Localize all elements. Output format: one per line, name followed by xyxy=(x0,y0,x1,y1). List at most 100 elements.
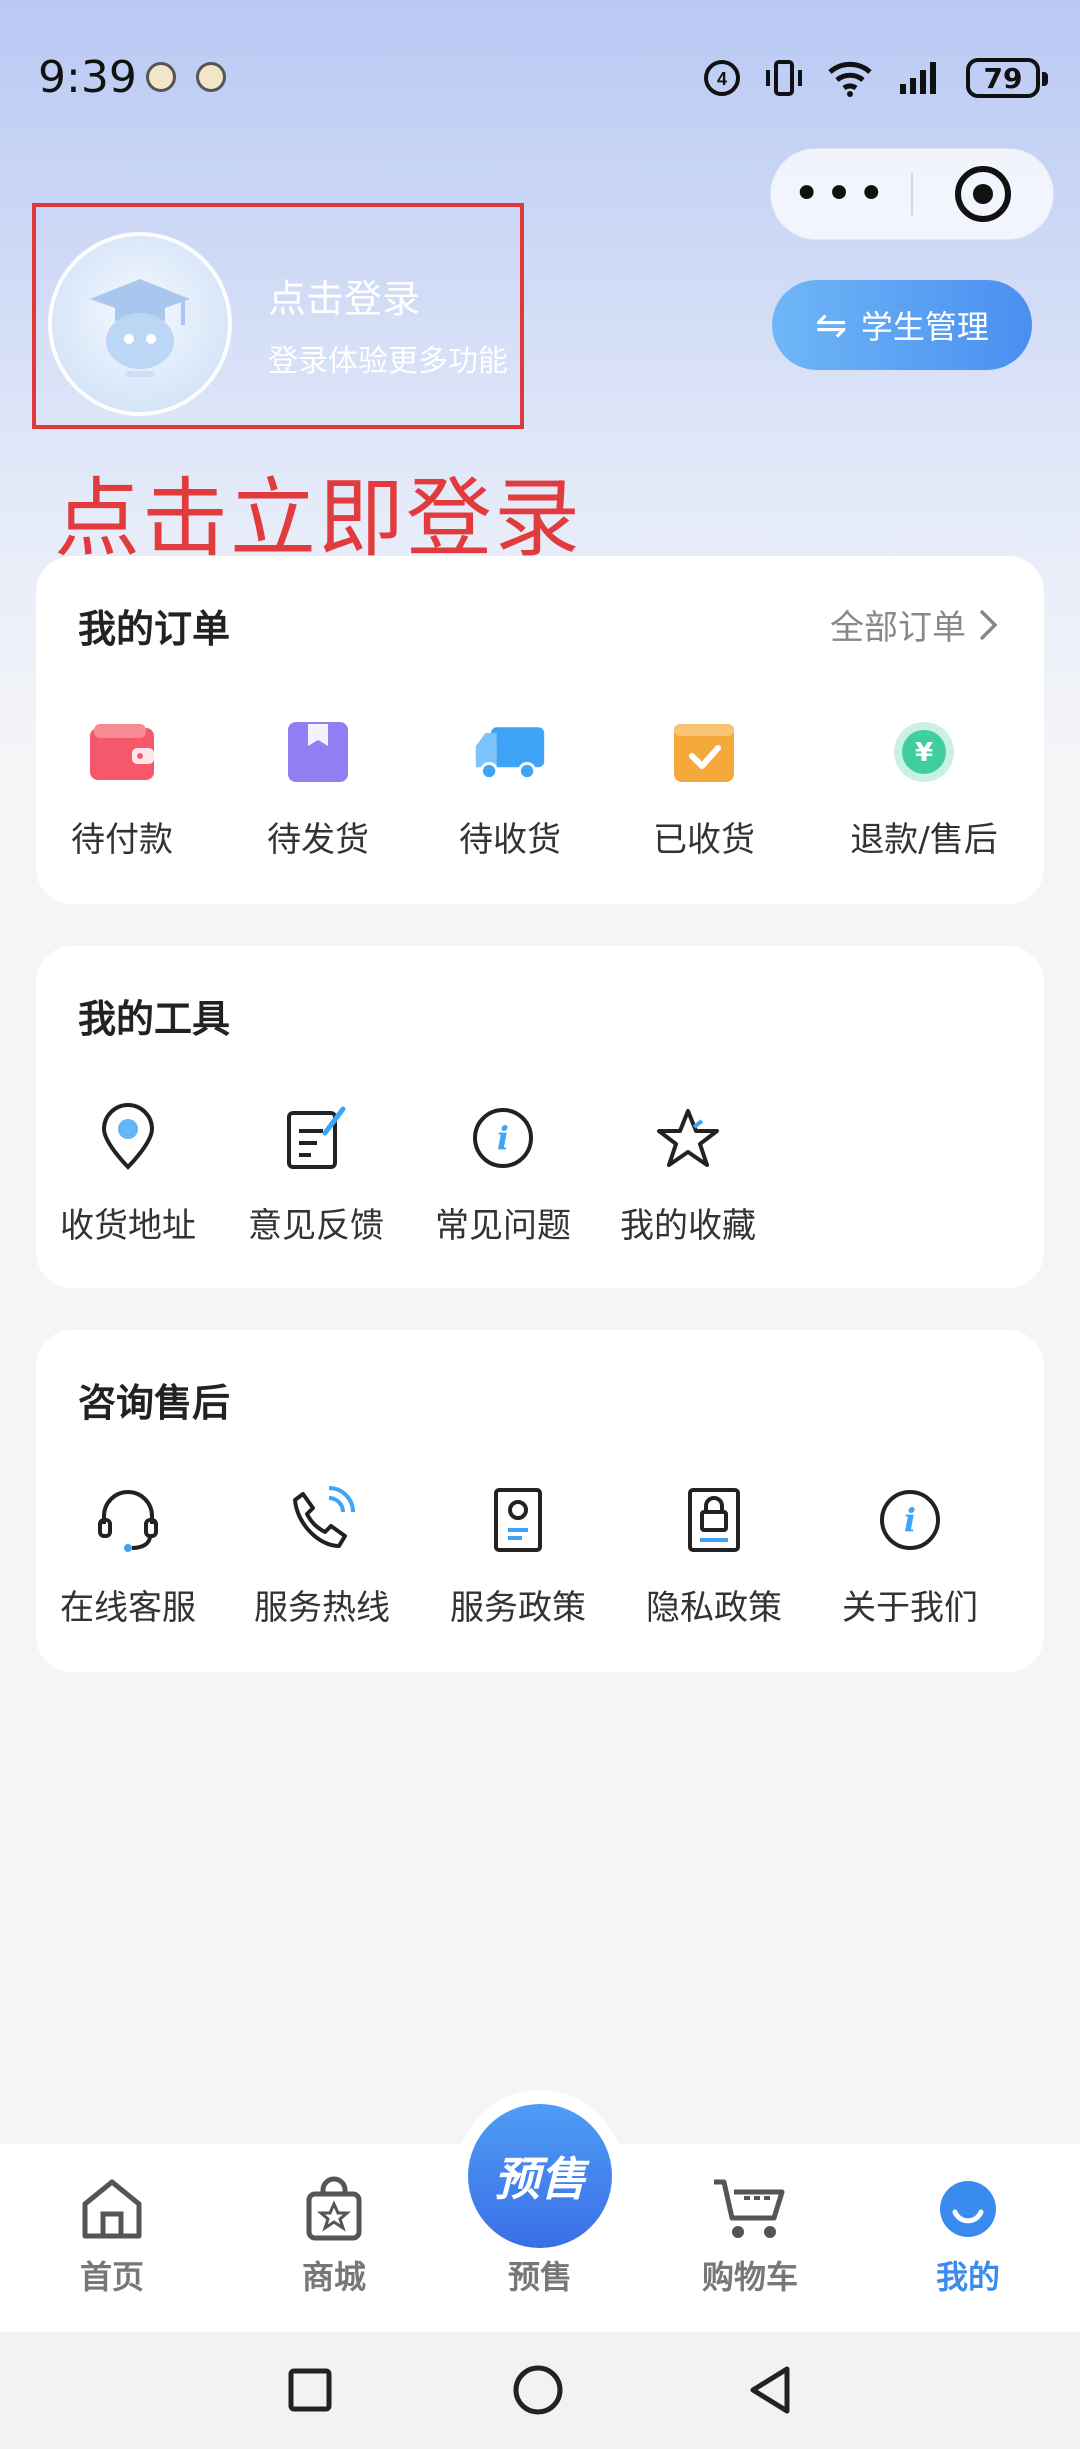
policy-document-icon xyxy=(480,1482,556,1558)
signal-icon xyxy=(900,62,936,94)
svg-text:i: i xyxy=(904,1501,916,1539)
order-pending-shipment[interactable]: 待发货 xyxy=(228,714,408,861)
nav-home-label: 首页 xyxy=(79,2258,144,2296)
presale-button[interactable]: 预售 xyxy=(468,2104,612,2248)
nav-cart-label: 购物车 xyxy=(701,2258,798,2296)
status-icons: 4 79 xyxy=(702,56,1048,100)
service-online-support[interactable]: 在线客服 xyxy=(38,1482,218,1629)
graduate-avatar-icon xyxy=(90,279,190,377)
svg-text:¥: ¥ xyxy=(915,738,933,768)
tool-favorites[interactable]: 我的收藏 xyxy=(598,1100,778,1247)
info-icon: i xyxy=(465,1100,541,1176)
order-pending-receipt[interactable]: 待收货 xyxy=(420,714,600,861)
orders-title: 我的订单 xyxy=(78,607,231,651)
nav-presale-label[interactable]: 预售 xyxy=(468,2252,612,2298)
miniprogram-capsule: ••• xyxy=(770,148,1054,240)
presale-icon: 预售 xyxy=(494,2152,586,2206)
nav-cart[interactable]: 购物车 xyxy=(680,2174,820,2298)
vibrate-icon xyxy=(766,60,802,96)
received-box-icon xyxy=(666,714,742,790)
tool-address-label: 收货地址 xyxy=(60,1206,196,1246)
system-nav-bar xyxy=(0,2332,1080,2449)
service-hotline-label: 服务热线 xyxy=(254,1588,390,1628)
service-about-label: 关于我们 xyxy=(842,1588,978,1628)
service-title: 咨询售后 xyxy=(78,1381,231,1425)
tool-favorites-label: 我的收藏 xyxy=(620,1206,756,1246)
order-received[interactable]: 已收货 xyxy=(614,714,794,861)
service-privacy-label: 隐私政策 xyxy=(646,1588,782,1628)
status-time: 9:39 xyxy=(38,52,137,103)
battery-icon: 79 xyxy=(966,58,1048,98)
service-policy[interactable]: 服务政策 xyxy=(428,1482,608,1629)
tool-address[interactable]: 收货地址 xyxy=(38,1100,218,1247)
notification-icon xyxy=(196,62,226,92)
data-4g-icon: 4 xyxy=(704,60,740,96)
svg-text:4: 4 xyxy=(717,69,727,89)
cart-icon xyxy=(714,2179,785,2238)
shopping-bag-icon xyxy=(306,2176,362,2241)
refund-icon: ¥ xyxy=(886,714,962,790)
profile-icon xyxy=(940,2181,996,2237)
tool-faq-label: 常见问题 xyxy=(435,1206,571,1246)
tools-title: 我的工具 xyxy=(78,997,231,1041)
order-refund-label: 退款/售后 xyxy=(850,820,998,860)
order-pending-payment[interactable]: 待付款 xyxy=(32,714,212,861)
close-miniprogram-button[interactable] xyxy=(913,166,1053,222)
service-policy-label: 服务政策 xyxy=(450,1588,586,1628)
avatar[interactable] xyxy=(48,232,232,416)
orders-card: 我的订单 全部订单 待付款 待发货 待收货 已收货 ¥ 退款/售后 xyxy=(36,556,1044,904)
feedback-edit-icon xyxy=(278,1100,354,1176)
target-icon xyxy=(955,166,1011,222)
phone-icon xyxy=(284,1482,360,1558)
wifi-icon xyxy=(828,61,872,97)
annotation-text: 点击立即登录 xyxy=(54,469,582,569)
status-bar: 9:39 4 79 xyxy=(0,0,1080,160)
nav-mall-label: 商城 xyxy=(301,2258,366,2296)
home-system-button[interactable] xyxy=(512,2364,564,2416)
nav-mine-label: 我的 xyxy=(935,2258,1000,2296)
tool-feedback[interactable]: 意见反馈 xyxy=(226,1100,406,1247)
back-icon xyxy=(750,2366,790,2414)
back-button[interactable] xyxy=(744,2364,796,2416)
more-dots-icon[interactable]: ••• xyxy=(771,170,911,218)
privacy-lock-icon xyxy=(676,1482,752,1558)
location-pin-icon xyxy=(90,1100,166,1176)
login-subtitle[interactable]: 登录体验更多功能 xyxy=(268,336,530,380)
order-pending-receipt-label: 待收货 xyxy=(459,820,561,860)
student-management-button[interactable]: ⇋ 学生管理 xyxy=(772,280,1032,370)
order-refund[interactable]: ¥ 退款/售后 xyxy=(834,714,1014,861)
headset-icon xyxy=(90,1482,166,1558)
battery-level: 79 xyxy=(983,61,1023,95)
service-hotline[interactable]: 服务热线 xyxy=(232,1482,412,1629)
recent-apps-button[interactable] xyxy=(284,2364,336,2416)
tool-faq[interactable]: i 常见问题 xyxy=(413,1100,593,1247)
order-received-label: 已收货 xyxy=(653,820,755,860)
swap-arrows-icon: ⇋ xyxy=(815,303,847,347)
tool-feedback-label: 意见反馈 xyxy=(248,1206,384,1246)
star-icon xyxy=(650,1100,726,1176)
wallet-icon xyxy=(84,714,160,790)
recent-apps-icon xyxy=(288,2368,332,2412)
nav-mine[interactable]: 我的 xyxy=(898,2174,1038,2298)
order-pending-shipment-label: 待发货 xyxy=(267,820,369,860)
all-orders-label: 全部订单 xyxy=(830,608,966,648)
nav-mall[interactable]: 商城 xyxy=(264,2174,404,2298)
home-icon xyxy=(82,2179,142,2239)
student-management-label: 学生管理 xyxy=(860,308,989,346)
info-icon: i xyxy=(872,1482,948,1558)
service-privacy[interactable]: 隐私政策 xyxy=(624,1482,804,1629)
chevron-right-icon xyxy=(979,609,998,640)
nav-home[interactable]: 首页 xyxy=(42,2174,182,2298)
svg-text:i: i xyxy=(497,1119,509,1157)
all-orders-link[interactable]: 全部订单 xyxy=(830,600,998,649)
notification-icon xyxy=(146,62,176,92)
service-card: 咨询售后 在线客服 服务热线 服务政策 隐私政策 i 关于我们 xyxy=(36,1330,1044,1672)
order-pending-payment-label: 待付款 xyxy=(71,820,173,860)
tools-card: 我的工具 收货地址 意见反馈 i 常见问题 我的收藏 xyxy=(36,946,1044,1288)
home-circle-icon xyxy=(513,2365,563,2415)
package-icon xyxy=(280,714,356,790)
login-title[interactable]: 点击登录 xyxy=(268,268,420,323)
service-about[interactable]: i 关于我们 xyxy=(820,1482,1000,1629)
truck-icon xyxy=(472,714,548,790)
service-online-support-label: 在线客服 xyxy=(60,1588,196,1628)
